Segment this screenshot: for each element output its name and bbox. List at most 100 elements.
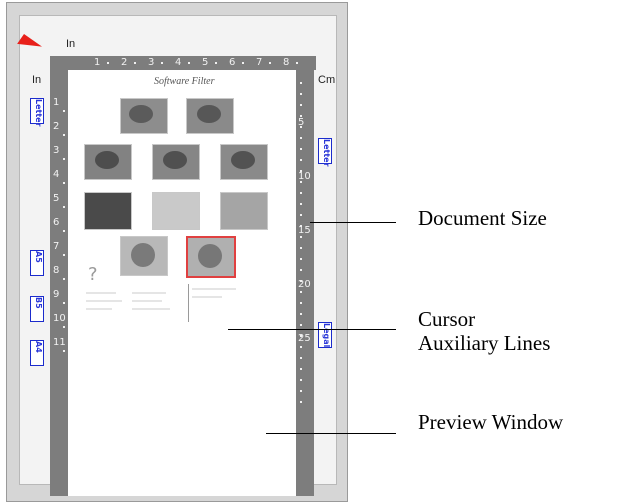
right-ruler-dot	[300, 236, 302, 238]
preview-thumbnail	[186, 98, 234, 134]
right-ruler-dot	[300, 137, 302, 139]
left-ruler-tick: 11	[53, 337, 66, 348]
right-ruler-dot	[300, 225, 302, 227]
right-ruler-dot	[300, 280, 302, 282]
left-marker-b5[interactable]: B5	[30, 296, 44, 322]
top-ruler-tick: 1	[94, 57, 101, 68]
left-ruler-dot	[63, 326, 65, 328]
fine-text-line	[192, 296, 222, 298]
marker-label: B5	[34, 297, 43, 309]
cursor-callout-line	[228, 329, 396, 330]
left-ruler-dot	[63, 278, 65, 280]
top-ruler-tick: 4	[175, 57, 182, 68]
right-ruler-dot	[300, 181, 302, 183]
document-title: Software Filter	[154, 76, 215, 87]
top-ruler-tick: 5	[202, 57, 209, 68]
preview-window-callout-line	[266, 433, 396, 434]
top-ruler-dot	[296, 62, 298, 64]
left-ruler-tick: 7	[53, 241, 60, 252]
top-ruler-tick: 7	[256, 57, 263, 68]
right-ruler-tick: 15	[298, 225, 311, 236]
right-marker-legal[interactable]: Legal	[318, 322, 332, 348]
left-ruler-tick: 1	[53, 97, 60, 108]
left-ruler-tick: 3	[53, 145, 60, 156]
left-ruler-dot	[63, 254, 65, 256]
document-size-callout: Document Size	[418, 206, 547, 230]
right-ruler-dot	[300, 357, 302, 359]
right-ruler-dot	[300, 324, 302, 326]
top-ruler-dot	[161, 62, 163, 64]
left-ruler-tick: 8	[53, 265, 60, 276]
left-marker-letter[interactable]: Letter	[30, 98, 44, 127]
selected-preview-thumbnail	[186, 236, 236, 278]
preview-thumbnail	[152, 192, 200, 230]
fine-text-line	[132, 300, 162, 302]
preview-thumbnail	[120, 98, 168, 134]
preview-thumbnail	[120, 236, 168, 276]
right-ruler-dot	[300, 269, 302, 271]
top-ruler-tick: 8	[283, 57, 290, 68]
top-ruler-dot	[107, 62, 109, 64]
preview-thumbnail	[84, 144, 132, 180]
left-ruler-dot	[63, 206, 65, 208]
right-ruler-dot	[300, 214, 302, 216]
right-marker-letter[interactable]: Letter	[318, 138, 332, 167]
marker-label: A4	[34, 341, 43, 353]
right-ruler-dot	[300, 368, 302, 370]
right-ruler-dot	[300, 313, 302, 315]
left-ruler-tick: 4	[53, 169, 60, 180]
left-ruler-dot	[63, 350, 65, 352]
right-ruler-dot	[300, 93, 302, 95]
fine-text-line	[86, 300, 122, 302]
right-ruler-dot	[300, 335, 302, 337]
cursor-callout-line2: Auxiliary Lines	[418, 331, 551, 355]
marker-label: Legal	[322, 323, 331, 348]
left-unit-label: In	[32, 74, 42, 86]
top-ruler	[50, 56, 316, 70]
right-ruler-dot	[300, 302, 302, 304]
fine-text-line	[132, 292, 166, 294]
right-ruler-dot	[300, 126, 302, 128]
left-ruler-dot	[63, 302, 65, 304]
top-ruler-dot	[134, 62, 136, 64]
preview-thumbnail	[152, 144, 200, 180]
marker-label: A5	[34, 251, 43, 263]
fine-text-line	[86, 292, 116, 294]
document-size-callout-line	[310, 222, 396, 223]
right-ruler-dot	[300, 291, 302, 293]
preview-thumbnail	[220, 192, 268, 230]
left-marker-a5[interactable]: A5	[30, 250, 44, 276]
top-ruler-dot	[242, 62, 244, 64]
right-ruler-dot	[300, 192, 302, 194]
left-ruler-tick: 5	[53, 193, 60, 204]
page-question-mark: ?	[88, 264, 98, 285]
marker-label: Letter	[34, 99, 43, 127]
top-ruler-tick: 2	[121, 57, 128, 68]
left-ruler-tick: 2	[53, 121, 60, 132]
fine-text-line	[86, 308, 112, 310]
right-ruler-dot	[300, 247, 302, 249]
marker-label: Letter	[322, 139, 331, 167]
right-ruler-dot	[300, 170, 302, 172]
left-ruler-tick: 6	[53, 217, 60, 228]
top-ruler-dot	[215, 62, 217, 64]
right-ruler-dot	[300, 401, 302, 403]
top-unit-label: In	[66, 38, 76, 50]
right-unit-label: Cm	[318, 74, 336, 86]
top-ruler-dot	[188, 62, 190, 64]
preview-thumbnail	[220, 144, 268, 180]
fine-text-line	[132, 308, 170, 310]
right-ruler-dot	[300, 379, 302, 381]
left-ruler-dot	[63, 182, 65, 184]
left-ruler-dot	[63, 230, 65, 232]
top-ruler-tick: 6	[229, 57, 236, 68]
right-ruler-dot	[300, 203, 302, 205]
preview-thumbnail	[84, 192, 132, 230]
right-ruler-dot	[300, 104, 302, 106]
preview-window[interactable]: Software Filter ?	[68, 70, 296, 496]
left-ruler-tick: 9	[53, 289, 60, 300]
top-ruler-dot	[269, 62, 271, 64]
left-marker-a4[interactable]: A4	[30, 340, 44, 366]
right-ruler-dot	[300, 82, 302, 84]
fine-text-line	[192, 288, 236, 290]
